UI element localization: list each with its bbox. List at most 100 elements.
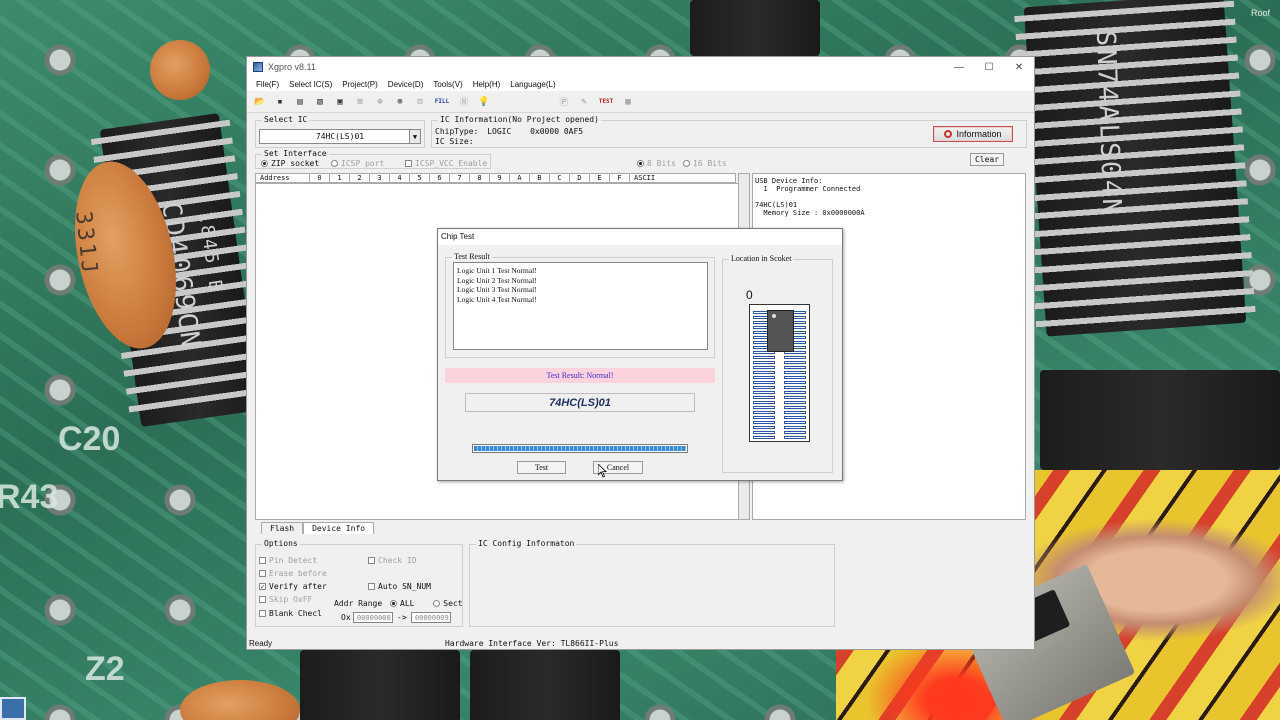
socket-slot — [753, 396, 775, 399]
open-icon[interactable]: 📂 — [253, 95, 267, 109]
hex-col: A — [510, 174, 530, 182]
bits16-radio[interactable] — [683, 160, 690, 167]
cursor-icon — [597, 463, 608, 478]
tab-device-info[interactable]: Device Info — [303, 522, 375, 534]
pin-detect-option[interactable]: Pin Detect — [259, 556, 317, 565]
erase-before-checkbox[interactable] — [259, 570, 266, 577]
minimize-button[interactable]: — — [944, 62, 974, 73]
bits8-radio[interactable] — [637, 160, 644, 167]
edit-icon[interactable]: ✎ — [577, 95, 591, 109]
result-line: Logic Unit 1 Test Normal! — [457, 266, 537, 275]
result-line: Logic Unit 4 Test Normal! — [457, 294, 537, 304]
save-as-icon[interactable]: ▧ — [313, 95, 327, 109]
ic-chip-photo — [1040, 370, 1280, 470]
dialog-title: Chip Test — [438, 229, 842, 245]
socket-slot — [753, 356, 775, 359]
socket-slot — [784, 436, 806, 439]
skip-ff-option[interactable]: Skip OxFF — [259, 595, 312, 604]
ic-select-combo[interactable]: 74HC(LS)01 ▼ — [259, 129, 421, 144]
menu-tools[interactable]: Tools(V) — [428, 80, 467, 89]
fill-icon[interactable]: FILL — [433, 95, 451, 109]
menu-file[interactable]: File(F) — [251, 80, 284, 89]
skip-ff-checkbox[interactable] — [259, 596, 266, 603]
chip-icon[interactable]: ▣ — [333, 95, 347, 109]
hex-col: 9 — [490, 174, 510, 182]
icsp-port-radio[interactable] — [331, 160, 338, 167]
bottom-tabs: Flash Device Info — [261, 522, 375, 534]
menu-language[interactable]: Language(L) — [505, 80, 560, 89]
capacitor-photo — [150, 40, 210, 100]
save-icon[interactable]: ▪ — [273, 95, 287, 109]
test-button[interactable]: Test — [517, 461, 566, 474]
project-icon[interactable]: Ⓟ — [557, 95, 571, 109]
test-icon[interactable]: TEST — [597, 95, 615, 109]
hex-col: C — [550, 174, 570, 182]
ic-in-socket — [767, 310, 794, 352]
hex-col: 4 — [390, 174, 410, 182]
hex-header: Address 0 1 2 3 4 5 6 7 8 9 A B C D E F … — [255, 173, 736, 183]
auto-sn-option[interactable]: Auto SN_NUM — [368, 582, 431, 591]
socket-slot — [784, 366, 806, 369]
icsp-port-option[interactable]: ICSP port — [331, 159, 384, 168]
zip-socket-radio[interactable] — [261, 160, 268, 167]
menu-project[interactable]: Project(P) — [337, 80, 383, 89]
write-icon[interactable]: ⊗ — [393, 95, 407, 109]
check-id-option[interactable]: Check ID — [368, 556, 417, 565]
window-title: Xgpro v8.11 — [268, 62, 316, 72]
verify-icon[interactable]: ⊕ — [373, 95, 387, 109]
zip-socket-option[interactable]: ZIP socket — [261, 159, 319, 168]
bulb-icon[interactable]: 💡 — [477, 95, 491, 109]
auto-sn-checkbox[interactable] — [368, 583, 375, 590]
ic-chip-photo — [1014, 0, 1256, 337]
socket-slot — [784, 431, 806, 434]
maximize-button[interactable]: ☐ — [974, 62, 1004, 73]
protect-icon[interactable]: Ⓡ — [457, 95, 471, 109]
app-icon — [253, 62, 263, 72]
addr-to-input[interactable]: 00000009 — [411, 612, 451, 623]
addr-from-input[interactable]: 00000000 — [353, 612, 393, 623]
addr-sect-radio[interactable] — [433, 600, 441, 607]
socket-slot — [784, 406, 806, 409]
socket-slot — [784, 376, 806, 379]
socket-slot — [784, 416, 806, 419]
zif-socket-diagram — [749, 304, 810, 442]
socket-slot — [753, 366, 775, 369]
bits16-option[interactable]: 16 Bits — [683, 159, 727, 168]
socket-slot — [753, 376, 775, 379]
read-icon[interactable]: ⊞ — [353, 95, 367, 109]
clear-button[interactable]: Clear — [970, 153, 1004, 166]
socket-slot — [753, 411, 775, 414]
blank-check-checkbox[interactable] — [259, 610, 266, 617]
hex-col: E — [590, 174, 610, 182]
information-button[interactable]: Information — [933, 126, 1013, 142]
hex-col-ascii: ASCII — [634, 174, 656, 182]
verify-after-option[interactable]: Verify after — [259, 582, 327, 591]
addr-all-radio[interactable] — [390, 600, 397, 607]
tab-flash[interactable]: Flash — [261, 522, 304, 534]
check-id-checkbox[interactable] — [368, 557, 375, 564]
erase-before-option[interactable]: Erase before — [259, 569, 327, 578]
socket-slot — [784, 396, 806, 399]
menu-device[interactable]: Device(D) — [383, 80, 429, 89]
status-ready: Ready — [249, 638, 273, 648]
chevron-down-icon[interactable]: ▼ — [409, 129, 421, 144]
socket-icon[interactable]: ▦ — [621, 95, 635, 109]
icsp-vcc-checkbox[interactable] — [405, 160, 412, 167]
ic-size-label: IC Size: — [435, 137, 474, 146]
blank-icon[interactable]: ⊡ — [413, 95, 427, 109]
verify-after-checkbox[interactable] — [259, 583, 266, 590]
taskbar-app-icon[interactable] — [0, 697, 26, 720]
icsp-vcc-option[interactable]: ICSP_VCC Enable — [405, 159, 487, 168]
socket-slot — [753, 426, 775, 429]
watermark-label: Roof — [1250, 8, 1270, 18]
menu-help[interactable]: Help(H) — [468, 80, 506, 89]
print-icon[interactable]: ▤ — [293, 95, 307, 109]
blank-check-option[interactable]: Blank Checl — [259, 609, 322, 618]
hex-col: 1 — [330, 174, 350, 182]
pin-detect-checkbox[interactable] — [259, 557, 266, 564]
hex-col: 8 — [470, 174, 490, 182]
menu-select-ic[interactable]: Select IC(S) — [284, 80, 337, 89]
chip-name-display: 74HC(LS)01 — [465, 393, 695, 412]
bits8-option[interactable]: 8 Bits — [637, 159, 676, 168]
close-button[interactable]: ✕ — [1004, 62, 1034, 73]
